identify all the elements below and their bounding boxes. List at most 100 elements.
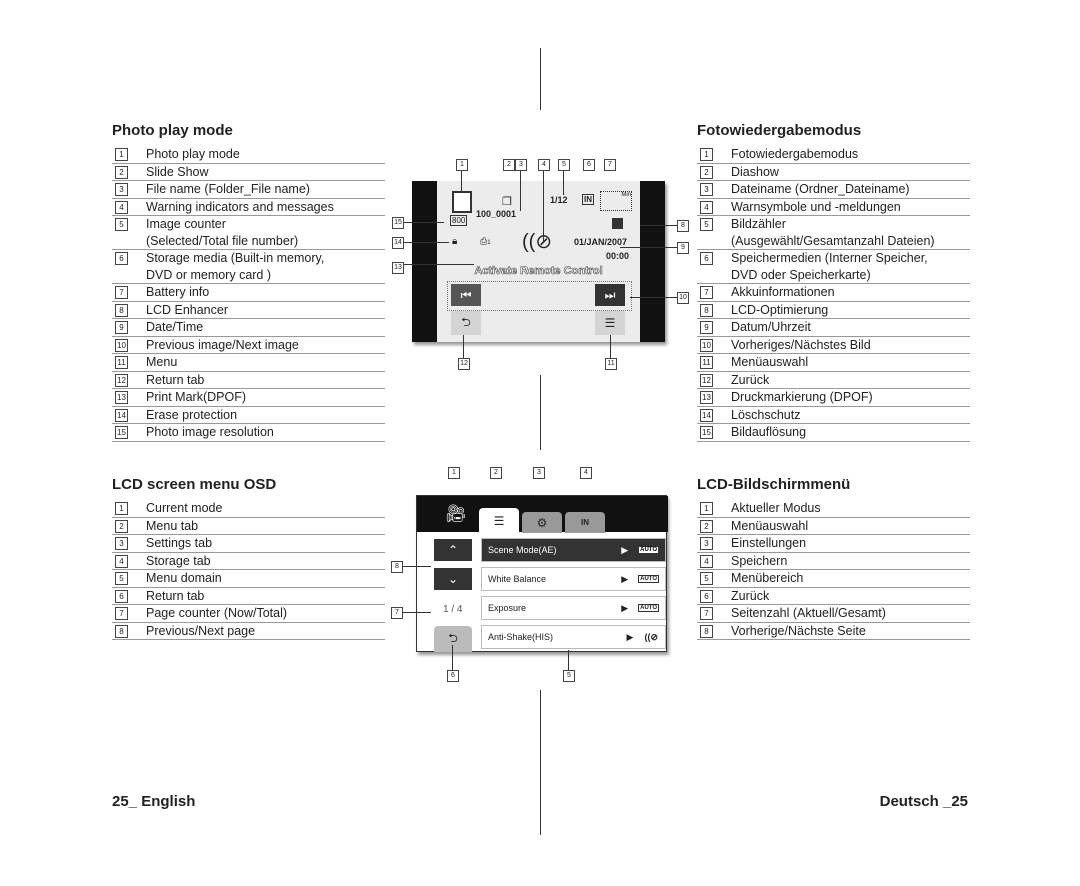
callout-line xyxy=(563,171,564,195)
item-number: 8 xyxy=(115,624,128,638)
lcd-list-de: 1 Aktueller Modus 2 Menüauswahl 3 Einstellung… xyxy=(697,500,970,640)
item-label: Druckmarkierung (DPOF) xyxy=(731,390,873,404)
item-number: 10 xyxy=(115,338,128,352)
item-label: (Ausgewählt/Gesamtanzahl Dateien) xyxy=(731,233,935,248)
item-label: DVD oder Speicherkarte) xyxy=(731,267,871,282)
item-label: Zurück xyxy=(731,588,770,603)
list-item: 5(Ausgewählt/Gesamtanzahl Dateien) xyxy=(697,233,970,250)
item-label: Warning indicators and messages xyxy=(146,199,334,214)
menu-button[interactable]: ☰ xyxy=(595,311,625,335)
item-label: Storage media (Built-in memory, xyxy=(146,251,325,265)
print-count: 1 xyxy=(487,240,491,246)
list-item: 2 Diashow xyxy=(697,164,970,181)
callout-number: 13 xyxy=(392,262,404,274)
item-label: Bildauflösung xyxy=(731,425,807,439)
callout-number: 4 xyxy=(580,467,592,479)
item-label: Zurück xyxy=(731,372,770,387)
list-item: 10 Vorheriges/Nächstes Bild xyxy=(697,337,970,354)
battery-label: Min xyxy=(621,192,631,198)
message: Activate Remote Control xyxy=(474,265,603,278)
callout-line xyxy=(404,222,444,223)
item-number: 6 xyxy=(115,589,128,603)
callout-line xyxy=(461,171,462,193)
item-label: Menu domain xyxy=(146,571,222,585)
callout-number: 7 xyxy=(604,159,616,171)
lock-icon: 🔒︎ xyxy=(452,236,458,247)
lcd-enhancer-icon xyxy=(612,218,623,229)
callout-number: 12 xyxy=(458,358,470,370)
menu-item[interactable]: Exposure ▶ AUTO xyxy=(481,596,666,620)
slideshow-icon: ❐ xyxy=(502,196,512,208)
item-number: 13 xyxy=(115,391,128,404)
list-item: 10 Previous image/Next image xyxy=(112,337,385,354)
menu-item-label: Scene Mode(AE) xyxy=(488,545,557,555)
menu-item-value: AUTO xyxy=(638,604,659,612)
item-number: 15 xyxy=(700,426,713,439)
arrow-right-icon: ▶ xyxy=(621,573,629,584)
page-down-button[interactable]: ⌄ xyxy=(434,568,472,590)
item-number: 4 xyxy=(700,554,713,568)
list-item: 3 Einstellungen xyxy=(697,535,970,553)
list-item: 5 Menu domain xyxy=(112,570,385,588)
item-label: LCD Enhancer xyxy=(146,302,228,317)
item-label: DVD or memory card ) xyxy=(146,267,272,282)
menu-item[interactable]: Scene Mode(AE) ▶ AUTO xyxy=(481,538,666,562)
menu-tab[interactable]: ☰ xyxy=(479,508,519,533)
item-number: 4 xyxy=(700,200,713,214)
photo-play-screen: ❐ 100_0001 1/12 IN Min 800 🔒︎ ⎙1 ((⊘ 01/… xyxy=(412,181,665,342)
callout-number: 2 xyxy=(503,159,515,171)
callout-number: 4 xyxy=(538,159,550,171)
camcorder-mode-icon: 🎥︎ xyxy=(445,504,467,523)
item-number: 2 xyxy=(700,165,713,179)
callout-number: 5 xyxy=(558,159,570,171)
next-image-button[interactable]: ⏭ xyxy=(595,284,625,306)
settings-tab[interactable]: ⚙ xyxy=(522,512,562,533)
item-number: 12 xyxy=(115,373,128,387)
list-item: 4 Warnsymbole und -meldungen xyxy=(697,199,970,216)
item-label: Current mode xyxy=(146,501,223,515)
file-name: 100_0001 xyxy=(476,209,517,219)
item-number: 5 xyxy=(115,572,128,585)
lcd-heading-de: LCD-Bildschirmmenü xyxy=(697,476,851,493)
menu-item-label: Anti-Shake(HIS) xyxy=(488,632,554,642)
item-label: Page counter (Now/Total) xyxy=(146,606,288,620)
list-item: 7 Page counter (Now/Total) xyxy=(112,605,385,623)
previous-image-button[interactable]: ⏮ xyxy=(451,284,481,306)
item-label: Akkuinformationen xyxy=(731,285,835,299)
photo-list-en: 1 Photo play mode 2 Slide Show 3 File name (F… xyxy=(112,146,385,442)
item-number: 14 xyxy=(700,408,713,422)
item-label: Menu tab xyxy=(146,518,199,533)
lcd-list-en: 1 Current mode 2 Menu tab 3 Settings tab 4 Stor… xyxy=(112,500,385,640)
list-item: 13 Druckmarkierung (DPOF) xyxy=(697,389,970,407)
menu-item[interactable]: Anti-Shake(HIS) ▶ ((⊘ xyxy=(481,625,666,649)
list-item: 4 Warning indicators and messages xyxy=(112,199,385,216)
list-item: 8 Previous/Next page xyxy=(112,623,385,640)
callout-line xyxy=(520,171,521,211)
callout-line xyxy=(452,645,453,670)
item-label: Dateiname (Ordner_Dateiname) xyxy=(731,182,910,196)
item-label: Return tab xyxy=(146,588,205,603)
item-number: 8 xyxy=(700,303,713,317)
storage-tab[interactable]: IN xyxy=(565,512,605,533)
page-number-de: Deutsch _25 xyxy=(879,793,968,810)
callout-line xyxy=(620,247,677,248)
page-up-button[interactable]: ⌃ xyxy=(434,539,472,561)
item-label: Photo image resolution xyxy=(146,425,274,439)
menu-item-label: White Balance xyxy=(488,574,547,584)
menu-item[interactable]: White Balance ▶ AUTO xyxy=(481,567,666,591)
return-tab[interactable]: ⮌ xyxy=(434,626,472,652)
item-number: 6 xyxy=(700,252,713,265)
callout-line xyxy=(630,297,677,298)
return-button[interactable]: ⮌ xyxy=(451,311,481,335)
divider xyxy=(540,375,541,450)
item-number: 7 xyxy=(115,286,128,299)
list-item: 1 Photo play mode xyxy=(112,146,385,164)
item-number: 1 xyxy=(115,502,128,515)
menu-item-value: AUTO xyxy=(638,575,659,583)
item-number: 5 xyxy=(700,218,713,231)
callout-line xyxy=(404,264,474,265)
list-item: 3 File name (Folder_File name) xyxy=(112,181,385,199)
item-number: 3 xyxy=(115,537,128,550)
callout-line xyxy=(610,335,611,358)
list-item: 9 Datum/Uhrzeit xyxy=(697,319,970,337)
